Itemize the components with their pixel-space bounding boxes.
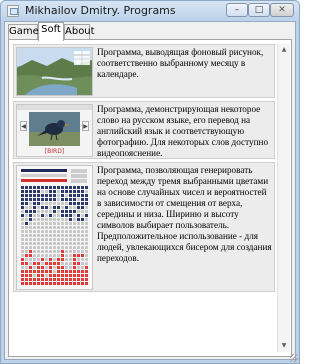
tab-games[interactable]: Games — [8, 24, 44, 40]
program-list: Программа, выводящая фоновый рисунок, со… — [13, 44, 275, 352]
program-description: Программа, демонстрирующая некоторое сло… — [97, 104, 269, 158]
list-item[interactable]: Программа, позволяющая генерировать пере… — [13, 162, 275, 292]
program-description: Программа, позволяющая генерировать пере… — [97, 165, 272, 263]
thumb-caption: [BIRD] — [44, 148, 65, 155]
bird-word-thumbnail[interactable]: ◀ ▶ [BIRD] — [16, 104, 93, 157]
option-control — [71, 179, 87, 183]
bead-gradient-thumbnail[interactable] — [16, 165, 93, 290]
list-item[interactable]: Программа, выводящая фоновый рисунок, со… — [13, 44, 275, 98]
vertical-scrollbar[interactable]: ▲ ▼ — [277, 44, 290, 352]
list-item[interactable]: ◀ ▶ [BIRD] Программа, демонстрирующая не… — [13, 101, 275, 159]
soft-tab-panel: Программа, выводящая фоновый рисунок, со… — [8, 39, 292, 357]
maximize-button[interactable]: □ — [248, 3, 270, 17]
option-control — [71, 174, 87, 178]
thumb-prev-button: ◀ — [20, 121, 27, 131]
color-swatch-top — [21, 169, 67, 172]
minimize-button[interactable]: – — [226, 3, 248, 17]
client-area: Games Soft About Программа, выводящая фо… — [4, 21, 296, 360]
option-control — [71, 169, 87, 173]
bird-photo — [29, 112, 80, 146]
thumb-titlebar — [17, 105, 92, 110]
app-icon[interactable] — [7, 5, 19, 17]
tab-about[interactable]: About — [64, 24, 95, 40]
scroll-down-arrow-icon[interactable]: ▼ — [278, 340, 290, 352]
scroll-up-arrow-icon[interactable]: ▲ — [278, 44, 290, 56]
program-description: Программа, выводящая фоновый рисунок, со… — [97, 47, 264, 79]
tab-soft[interactable]: Soft — [38, 22, 64, 41]
color-swatch-bottom — [21, 179, 67, 182]
close-button[interactable]: ✕ — [270, 3, 294, 17]
thumb-next-button: ▶ — [82, 121, 89, 131]
calendar-wallpaper-thumbnail[interactable] — [16, 47, 93, 96]
app-window: Mikhailov Dmitry. Programs – □ ✕ Games S… — [0, 0, 300, 364]
bead-pattern — [21, 186, 88, 285]
title-bar[interactable]: Mikhailov Dmitry. Programs – □ ✕ — [1, 1, 299, 21]
landscape-image — [17, 48, 92, 95]
color-swatch-mid — [21, 174, 67, 177]
window-title: Mikhailov Dmitry. Programs — [25, 4, 176, 17]
